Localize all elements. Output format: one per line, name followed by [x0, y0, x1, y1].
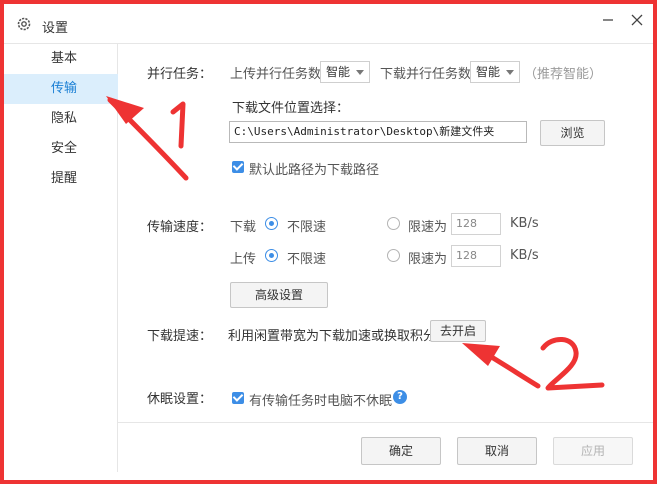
- window-title: 设置: [42, 21, 69, 36]
- transfer-speed-label: 传输速度：: [147, 220, 213, 235]
- upload-parallel-select[interactable]: 智能: [320, 61, 370, 83]
- ok-button[interactable]: 确定: [361, 437, 441, 465]
- cancel-button[interactable]: 取消: [457, 437, 537, 465]
- default-path-checkbox[interactable]: [232, 161, 244, 173]
- download-parallel-select[interactable]: 智能: [470, 61, 520, 83]
- close-icon[interactable]: [629, 12, 645, 28]
- upload-limit-input[interactable]: 128: [451, 245, 501, 267]
- sidebar-item-reminder[interactable]: 提醒: [4, 164, 118, 194]
- sidebar-item-privacy[interactable]: 隐私: [4, 104, 118, 134]
- upload-unlimited-label: 不限速: [287, 252, 327, 267]
- upload-unlimited-radio[interactable]: [265, 249, 278, 262]
- download-path-input[interactable]: C:\Users\Administrator\Desktop\新建文件夹: [229, 121, 527, 143]
- upload-limit-radio[interactable]: [387, 249, 400, 262]
- sleep-settings-label: 休眠设置：: [147, 392, 213, 407]
- browse-button[interactable]: 浏览: [540, 120, 605, 146]
- download-unit-label: KB/s: [510, 216, 539, 231]
- download-location-label: 下载文件位置选择：: [232, 101, 350, 116]
- download-parallel-value: 智能: [476, 65, 501, 79]
- upload-limit-label: 限速为: [408, 252, 448, 267]
- download-speed-label: 下载: [230, 220, 257, 235]
- upload-parallel-label: 上传并行任务数: [230, 67, 322, 82]
- annotation-number-two: [540, 337, 605, 391]
- upload-parallel-value: 智能: [326, 65, 351, 79]
- chevron-down-icon: [506, 70, 514, 75]
- download-unlimited-label: 不限速: [287, 220, 327, 235]
- default-path-label: 默认此路径为下载路径: [249, 163, 380, 178]
- sidebar-item-security[interactable]: 安全: [4, 134, 118, 164]
- download-limit-label: 限速为: [408, 220, 448, 235]
- minimize-icon[interactable]: [600, 12, 616, 28]
- annotation-arrow-icon: [106, 96, 189, 181]
- parallel-tasks-label: 并行任务：: [147, 67, 213, 82]
- prevent-sleep-label: 有传输任务时电脑不休眠: [249, 394, 393, 409]
- download-limit-input[interactable]: 128: [451, 213, 501, 235]
- download-unlimited-radio[interactable]: [265, 217, 278, 230]
- chevron-down-icon: [356, 70, 364, 75]
- upload-unit-label: KB/s: [510, 248, 539, 263]
- annotation-arrow-icon: [462, 343, 541, 389]
- advanced-settings-button[interactable]: 高级设置: [230, 282, 328, 308]
- annotation-number-one: [170, 101, 186, 149]
- download-boost-text: 利用闲置带宽为下载加速或换取积分: [228, 329, 437, 344]
- enable-boost-button[interactable]: 去开启: [430, 320, 486, 342]
- sidebar-item-basic[interactable]: 基本: [4, 44, 118, 74]
- recommend-hint: （推荐智能）: [524, 67, 603, 82]
- download-limit-radio[interactable]: [387, 217, 400, 230]
- title-bar: 设置: [4, 4, 653, 44]
- sidebar: 基本 传输 隐私 安全 提醒: [4, 44, 118, 472]
- gear-icon: [17, 17, 31, 31]
- prevent-sleep-checkbox[interactable]: [232, 392, 244, 404]
- help-icon[interactable]: ?: [393, 390, 407, 404]
- download-parallel-label: 下载并行任务数: [380, 67, 472, 82]
- download-boost-label: 下载提速：: [147, 329, 213, 344]
- upload-speed-label: 上传: [230, 252, 257, 267]
- apply-button[interactable]: 应用: [553, 437, 633, 465]
- sidebar-item-transfer[interactable]: 传输: [4, 74, 118, 104]
